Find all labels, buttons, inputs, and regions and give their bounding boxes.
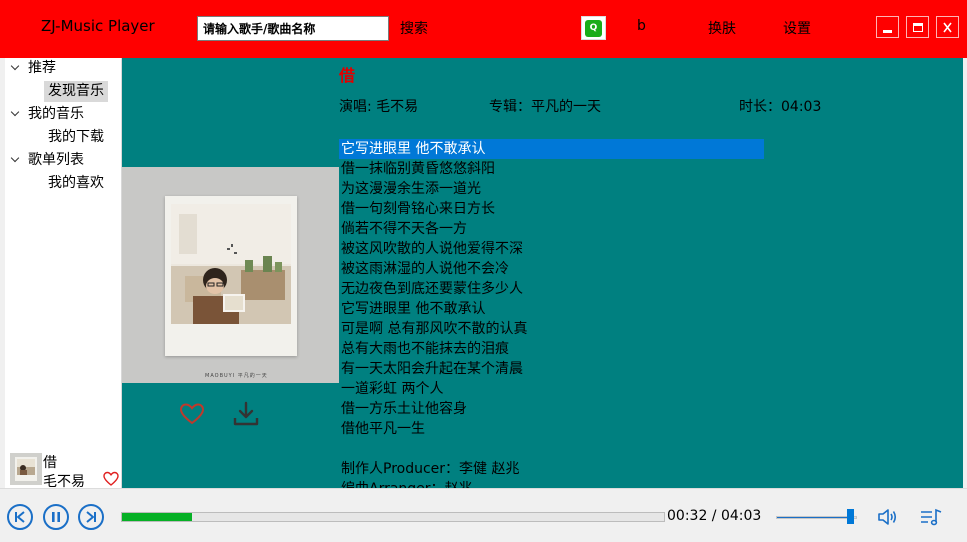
playlist-icon[interactable] [919, 506, 943, 528]
album-polaroid: MAOBUYI 平凡的一天 [165, 196, 297, 379]
song-duration: 时长：04:03 [739, 99, 822, 115]
sidebar-item-downloads[interactable]: 我的下载 [5, 127, 122, 148]
close-icon [943, 22, 952, 32]
sidebar-group-playlists[interactable]: 歌单列表 [5, 150, 122, 171]
volume-slider[interactable] [776, 516, 857, 519]
search-input[interactable] [197, 16, 389, 41]
lyric-line[interactable]: 借一方乐土让他容身 [339, 399, 764, 419]
volume-icon[interactable] [876, 506, 898, 528]
settings-button[interactable]: 设置 [783, 18, 811, 38]
album-photo [171, 204, 291, 324]
skin-button[interactable]: 换肤 [708, 18, 736, 38]
user-label[interactable]: b [637, 18, 646, 34]
lyric-line[interactable]: 无边夜色到底还要蒙住多少人 [339, 279, 764, 299]
lyrics-panel[interactable]: 它写进眼里 他不敢承认 借一抹临别黄昏悠悠斜阳 为这漫漫余生添一道光 借一句刻骨铭心来… [339, 139, 764, 488]
lyric-line[interactable]: 借一句刻骨铭心来日方长 [339, 199, 764, 219]
lyric-line[interactable] [339, 439, 764, 459]
lyric-line[interactable]: 有一天太阳会升起在某个清晨 [339, 359, 764, 379]
lyric-line[interactable]: 借他平凡一生 [339, 419, 764, 439]
sidebar-item-label: 我的喜欢 [48, 175, 104, 191]
lyric-line[interactable]: 总有大雨也不能抹去的泪痕 [339, 339, 764, 359]
sidebar-group-label: 我的音乐 [28, 106, 84, 122]
sidebar-group-label: 歌单列表 [28, 152, 84, 168]
lyric-line[interactable]: 它写进眼里 他不敢承认 [339, 299, 764, 319]
sidebar-group-label: 推荐 [28, 60, 56, 76]
total-time: 04:03 [720, 508, 762, 524]
sidebar-item-label: 发现音乐 [44, 81, 108, 102]
mini-album-thumbnail [10, 453, 42, 485]
song-artist: 演唱: 毛不易 [339, 99, 419, 115]
lyric-line[interactable]: 被这雨淋湿的人说他不会冷 [339, 259, 764, 279]
download-icon[interactable] [232, 400, 260, 428]
previous-button[interactable] [7, 504, 33, 530]
sidebar-group-recommend[interactable]: 推荐 [5, 58, 122, 79]
next-button[interactable] [78, 504, 104, 530]
qq-login-icon-glyph: Q [585, 19, 602, 37]
now-playing-mini[interactable]: 借 毛不易 [5, 450, 122, 490]
search-button[interactable]: 搜索 [400, 18, 428, 38]
sidebar-item-label: 我的下载 [48, 129, 104, 145]
player-bar: 00:32 / 04:03 [0, 488, 967, 542]
lyric-line[interactable]: 一道彩虹 两个人 [339, 379, 764, 399]
song-album: 专辑：平凡的一天 [489, 99, 601, 115]
song-title: 借 [339, 66, 356, 85]
maximize-icon [912, 22, 923, 32]
pause-button[interactable] [43, 504, 69, 530]
volume-fill [777, 517, 850, 518]
time-display: 00:32 / 04:03 [667, 508, 761, 524]
maximize-button[interactable] [906, 16, 929, 38]
skip-previous-icon [15, 511, 25, 523]
lyric-line[interactable]: 倘若不得不天各一方 [339, 219, 764, 239]
lyric-line[interactable]: 被这风吹散的人说他爱得不深 [339, 239, 764, 259]
heart-icon[interactable] [179, 402, 205, 426]
lyric-line[interactable]: 可是啊 总有那风吹不散的认真 [339, 319, 764, 339]
title-bar: ZJ-Music Player 搜索 Q b 换肤 设置 [0, 0, 967, 58]
lyric-line[interactable]: 借一抹临别黄昏悠悠斜阳 [339, 159, 764, 179]
lyric-line[interactable]: 编曲Arranger：赵兆 [339, 479, 764, 488]
minimize-icon [883, 29, 892, 33]
progress-fill [122, 513, 193, 521]
lyric-line[interactable]: 为这漫漫余生添一道光 [339, 179, 764, 199]
pause-icon [52, 512, 60, 522]
album-caption: MAOBUYI 平凡的一天 [205, 373, 268, 379]
app-title: ZJ-Music Player [41, 17, 155, 35]
sidebar: 推荐 发现音乐 我的音乐 我的下载 歌单列表 我的喜欢 [5, 58, 122, 450]
time-separator: / [707, 508, 721, 524]
chevron-down-icon[interactable] [10, 150, 20, 171]
sidebar-item-favorites[interactable]: 我的喜欢 [5, 173, 122, 194]
lyric-line[interactable]: 制作人Producer：李健 赵兆 [339, 459, 764, 479]
sidebar-item-discover[interactable]: 发现音乐 [5, 81, 122, 102]
chevron-down-icon[interactable] [10, 58, 20, 79]
qq-login-icon[interactable]: Q [581, 16, 606, 40]
minimize-button[interactable] [876, 16, 899, 38]
progress-bar[interactable] [121, 512, 665, 522]
lyric-line-active[interactable]: 它写进眼里 他不敢承认 [339, 139, 764, 159]
skip-next-icon [86, 511, 96, 523]
chevron-down-icon[interactable] [10, 104, 20, 125]
close-button[interactable] [936, 16, 959, 38]
album-cover: MAOBUYI 平凡的一天 [122, 167, 339, 383]
heart-icon[interactable] [103, 471, 119, 487]
sidebar-group-my-music[interactable]: 我的音乐 [5, 104, 122, 125]
main-content: MAOBUYI 平凡的一天 借 演唱: 毛不易 专辑：平凡的一天 时长：04:0… [122, 58, 963, 488]
volume-handle[interactable] [847, 509, 854, 524]
mini-song-title: 借 [43, 455, 57, 471]
current-time: 00:32 [667, 508, 708, 524]
